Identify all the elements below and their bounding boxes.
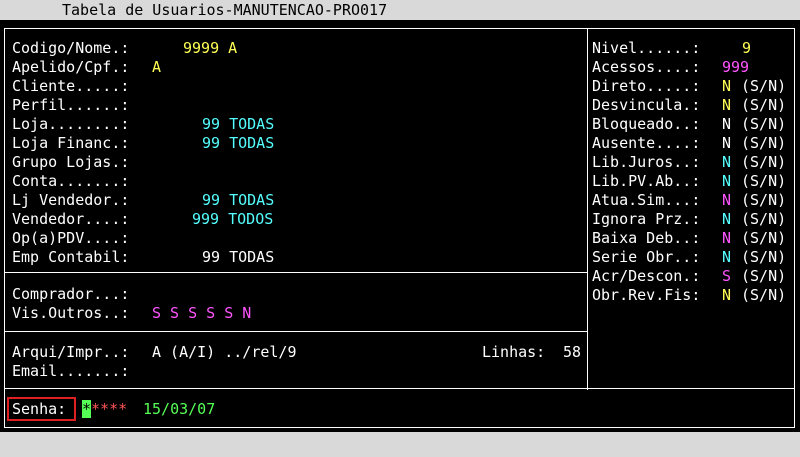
- right-field-value[interactable]: S: [722, 267, 731, 286]
- left-field-label: Grupo Lojas.:: [12, 153, 130, 171]
- right-field-value[interactable]: N: [722, 210, 731, 229]
- right-field-hint: (S/N): [741, 267, 787, 285]
- senha-date: 15/03/07: [143, 400, 216, 418]
- vis-outros-value[interactable]: S S S S S N: [152, 304, 251, 323]
- right-field-label: Lib.PV.Ab..:: [592, 172, 701, 190]
- panel-divider: [587, 28, 588, 390]
- senha-field[interactable]: *****: [82, 400, 127, 419]
- left-field-label: Lj Vendedor.:: [12, 191, 130, 209]
- right-field-hint: (S/N): [741, 115, 787, 133]
- separator-1: [4, 272, 587, 273]
- right-field-hint: (S/N): [741, 191, 787, 209]
- left-field-label: Codigo/Nome.:: [12, 39, 130, 57]
- right-field-label: Obr.Rev.Fis:: [592, 286, 701, 304]
- right-field-label: Lib.Juros..:: [592, 153, 701, 171]
- left-field-value[interactable]: A: [152, 58, 161, 77]
- left-field-label: Apelido/Cpf.:: [12, 58, 130, 76]
- separator-2: [4, 331, 587, 332]
- linhas-value[interactable]: 58: [563, 343, 581, 362]
- right-field-label: Acr/Descon.:: [592, 267, 701, 285]
- text-cursor: *: [82, 400, 92, 418]
- right-field-hint: (S/N): [741, 172, 787, 190]
- comprador-label: Comprador...:: [12, 285, 130, 303]
- right-field-value[interactable]: N: [722, 248, 731, 267]
- left-field-label: Emp Contabil:: [12, 248, 130, 266]
- left-field-value[interactable]: 99 TODAS: [202, 134, 274, 153]
- right-field-value[interactable]: 9: [742, 39, 751, 58]
- left-field-value[interactable]: 99 TODAS: [202, 191, 274, 210]
- right-field-value[interactable]: N: [722, 229, 731, 248]
- right-field-label: Desvincula.:: [592, 96, 701, 114]
- right-field-hint: (S/N): [741, 229, 787, 247]
- window-title: Tabela de Usuarios-MANUTENCAO-PRO017: [62, 1, 388, 19]
- left-field-label: Perfil......:: [12, 96, 130, 114]
- left-field-value[interactable]: 9999 A: [183, 39, 237, 58]
- right-field-value[interactable]: N: [722, 153, 731, 172]
- right-field-value[interactable]: N: [722, 172, 731, 191]
- terminal-screen: Codigo/Nome.: 9999 A Apelido/Cpf.: A Cliente…: [0, 20, 800, 432]
- right-field-hint: (S/N): [741, 248, 787, 266]
- vis-outros-label: Vis.Outros..:: [12, 304, 130, 322]
- senha-label: Senha:: [12, 400, 67, 418]
- left-field-label: Vendedor....:: [12, 210, 130, 228]
- right-field-label: Nivel......:: [592, 39, 701, 57]
- left-field-label: Loja Financ.:: [12, 134, 130, 152]
- left-field-label: Loja........:: [12, 115, 130, 133]
- left-field-value[interactable]: 99 TODAS: [202, 248, 274, 267]
- right-field-value[interactable]: N: [722, 115, 731, 134]
- senha-mask: ****: [91, 400, 128, 418]
- left-field-value[interactable]: 999 TODOS: [192, 210, 273, 229]
- right-field-value[interactable]: N: [722, 134, 731, 153]
- right-field-value[interactable]: N: [722, 286, 731, 305]
- right-field-value[interactable]: 999: [722, 58, 749, 77]
- window-titlebar: Tabela de Usuarios-MANUTENCAO-PRO017: [0, 0, 800, 20]
- right-field-label: Ausente....:: [592, 134, 701, 152]
- right-field-hint: (S/N): [741, 96, 787, 114]
- separator-3: [4, 388, 795, 389]
- right-field-label: Atua.Sim...:: [592, 191, 701, 209]
- left-field-label: Cliente.....:: [12, 77, 130, 95]
- email-label: Email.......:: [12, 362, 130, 380]
- right-field-hint: (S/N): [741, 134, 787, 152]
- right-field-label: Serie Obr..:: [592, 248, 701, 266]
- right-field-label: Direto.....:: [592, 77, 701, 95]
- right-field-value[interactable]: N: [722, 77, 731, 96]
- right-field-label: Baixa Deb..:: [592, 229, 701, 247]
- left-field-label: Op(a)PDV....:: [12, 229, 130, 247]
- right-field-hint: (S/N): [741, 77, 787, 95]
- right-field-label: Bloqueado..:: [592, 115, 701, 133]
- left-field-label: Conta.......:: [12, 172, 130, 190]
- arquivo-value[interactable]: A (A/I) ../rel/9: [152, 343, 297, 362]
- arquivo-label: Arqui/Impr..:: [12, 343, 130, 361]
- right-field-label: Ignora Prz.:: [592, 210, 701, 228]
- right-field-hint: (S/N): [741, 153, 787, 171]
- right-field-value[interactable]: N: [722, 96, 731, 115]
- right-field-hint: (S/N): [741, 286, 787, 304]
- right-field-value[interactable]: N: [722, 191, 731, 210]
- right-field-hint: (S/N): [741, 210, 787, 228]
- linhas-label: Linhas:: [482, 343, 546, 361]
- right-field-label: Acessos....:: [592, 58, 701, 76]
- bottom-bar: [0, 432, 800, 457]
- left-field-value[interactable]: 99 TODAS: [202, 115, 274, 134]
